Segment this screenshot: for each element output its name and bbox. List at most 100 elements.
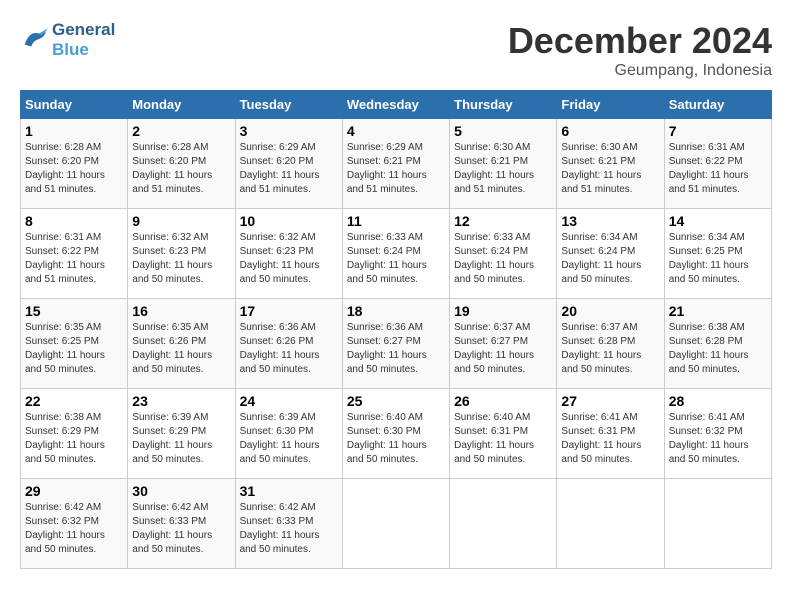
calendar-cell (342, 479, 449, 569)
day-info: Sunrise: 6:33 AM Sunset: 6:24 PM Dayligh… (347, 231, 445, 287)
day-number: 31 (240, 483, 338, 499)
calendar-cell: 12 Sunrise: 6:33 AM Sunset: 6:24 PM Dayl… (450, 209, 557, 299)
calendar-cell: 22 Sunrise: 6:38 AM Sunset: 6:29 PM Dayl… (21, 389, 128, 479)
day-info: Sunrise: 6:28 AM Sunset: 6:20 PM Dayligh… (25, 141, 123, 197)
day-info: Sunrise: 6:30 AM Sunset: 6:21 PM Dayligh… (561, 141, 659, 197)
day-info: Sunrise: 6:41 AM Sunset: 6:31 PM Dayligh… (561, 411, 659, 467)
day-info: Sunrise: 6:38 AM Sunset: 6:28 PM Dayligh… (669, 321, 767, 377)
day-number: 11 (347, 213, 445, 229)
day-info: Sunrise: 6:31 AM Sunset: 6:22 PM Dayligh… (669, 141, 767, 197)
day-number: 9 (132, 213, 230, 229)
day-number: 3 (240, 123, 338, 139)
calendar-cell: 26 Sunrise: 6:40 AM Sunset: 6:31 PM Dayl… (450, 389, 557, 479)
calendar-cell: 1 Sunrise: 6:28 AM Sunset: 6:20 PM Dayli… (21, 119, 128, 209)
day-info: Sunrise: 6:32 AM Sunset: 6:23 PM Dayligh… (240, 231, 338, 287)
day-info: Sunrise: 6:28 AM Sunset: 6:20 PM Dayligh… (132, 141, 230, 197)
calendar-cell: 24 Sunrise: 6:39 AM Sunset: 6:30 PM Dayl… (235, 389, 342, 479)
day-info: Sunrise: 6:36 AM Sunset: 6:27 PM Dayligh… (347, 321, 445, 377)
day-number: 7 (669, 123, 767, 139)
day-info: Sunrise: 6:40 AM Sunset: 6:31 PM Dayligh… (454, 411, 552, 467)
calendar-cell: 28 Sunrise: 6:41 AM Sunset: 6:32 PM Dayl… (664, 389, 771, 479)
header-saturday: Saturday (664, 91, 771, 119)
day-info: Sunrise: 6:29 AM Sunset: 6:21 PM Dayligh… (347, 141, 445, 197)
day-number: 12 (454, 213, 552, 229)
header-row: SundayMondayTuesdayWednesdayThursdayFrid… (21, 91, 772, 119)
day-info: Sunrise: 6:36 AM Sunset: 6:26 PM Dayligh… (240, 321, 338, 377)
day-info: Sunrise: 6:34 AM Sunset: 6:25 PM Dayligh… (669, 231, 767, 287)
calendar-cell: 9 Sunrise: 6:32 AM Sunset: 6:23 PM Dayli… (128, 209, 235, 299)
day-number: 1 (25, 123, 123, 139)
day-info: Sunrise: 6:35 AM Sunset: 6:26 PM Dayligh… (132, 321, 230, 377)
day-number: 30 (132, 483, 230, 499)
day-number: 23 (132, 393, 230, 409)
day-number: 28 (669, 393, 767, 409)
calendar-cell: 2 Sunrise: 6:28 AM Sunset: 6:20 PM Dayli… (128, 119, 235, 209)
day-info: Sunrise: 6:38 AM Sunset: 6:29 PM Dayligh… (25, 411, 123, 467)
header-monday: Monday (128, 91, 235, 119)
header-thursday: Thursday (450, 91, 557, 119)
week-row-5: 29 Sunrise: 6:42 AM Sunset: 6:32 PM Dayl… (21, 479, 772, 569)
logo-bird-icon (20, 26, 48, 54)
day-number: 13 (561, 213, 659, 229)
calendar-cell: 6 Sunrise: 6:30 AM Sunset: 6:21 PM Dayli… (557, 119, 664, 209)
day-number: 19 (454, 303, 552, 319)
calendar-cell (557, 479, 664, 569)
day-number: 20 (561, 303, 659, 319)
day-info: Sunrise: 6:37 AM Sunset: 6:28 PM Dayligh… (561, 321, 659, 377)
calendar-cell: 15 Sunrise: 6:35 AM Sunset: 6:25 PM Dayl… (21, 299, 128, 389)
calendar-cell: 23 Sunrise: 6:39 AM Sunset: 6:29 PM Dayl… (128, 389, 235, 479)
day-number: 26 (454, 393, 552, 409)
day-info: Sunrise: 6:35 AM Sunset: 6:25 PM Dayligh… (25, 321, 123, 377)
day-info: Sunrise: 6:37 AM Sunset: 6:27 PM Dayligh… (454, 321, 552, 377)
day-number: 10 (240, 213, 338, 229)
day-info: Sunrise: 6:42 AM Sunset: 6:33 PM Dayligh… (240, 501, 338, 557)
logo-text: General Blue (52, 20, 115, 61)
day-number: 6 (561, 123, 659, 139)
header-friday: Friday (557, 91, 664, 119)
calendar-cell (450, 479, 557, 569)
header-sunday: Sunday (21, 91, 128, 119)
day-info: Sunrise: 6:31 AM Sunset: 6:22 PM Dayligh… (25, 231, 123, 287)
calendar-cell: 18 Sunrise: 6:36 AM Sunset: 6:27 PM Dayl… (342, 299, 449, 389)
day-number: 21 (669, 303, 767, 319)
calendar-cell: 3 Sunrise: 6:29 AM Sunset: 6:20 PM Dayli… (235, 119, 342, 209)
calendar-cell: 11 Sunrise: 6:33 AM Sunset: 6:24 PM Dayl… (342, 209, 449, 299)
day-info: Sunrise: 6:30 AM Sunset: 6:21 PM Dayligh… (454, 141, 552, 197)
calendar-cell: 5 Sunrise: 6:30 AM Sunset: 6:21 PM Dayli… (450, 119, 557, 209)
calendar-cell: 27 Sunrise: 6:41 AM Sunset: 6:31 PM Dayl… (557, 389, 664, 479)
calendar-cell: 14 Sunrise: 6:34 AM Sunset: 6:25 PM Dayl… (664, 209, 771, 299)
day-info: Sunrise: 6:42 AM Sunset: 6:32 PM Dayligh… (25, 501, 123, 557)
calendar-cell: 25 Sunrise: 6:40 AM Sunset: 6:30 PM Dayl… (342, 389, 449, 479)
week-row-2: 8 Sunrise: 6:31 AM Sunset: 6:22 PM Dayli… (21, 209, 772, 299)
title-block: December 2024 Geumpang, Indonesia (508, 20, 772, 80)
location: Geumpang, Indonesia (508, 62, 772, 80)
calendar-cell (664, 479, 771, 569)
day-info: Sunrise: 6:41 AM Sunset: 6:32 PM Dayligh… (669, 411, 767, 467)
day-info: Sunrise: 6:39 AM Sunset: 6:29 PM Dayligh… (132, 411, 230, 467)
day-number: 5 (454, 123, 552, 139)
day-number: 17 (240, 303, 338, 319)
day-number: 22 (25, 393, 123, 409)
calendar-cell: 20 Sunrise: 6:37 AM Sunset: 6:28 PM Dayl… (557, 299, 664, 389)
day-info: Sunrise: 6:29 AM Sunset: 6:20 PM Dayligh… (240, 141, 338, 197)
day-info: Sunrise: 6:33 AM Sunset: 6:24 PM Dayligh… (454, 231, 552, 287)
calendar-cell: 29 Sunrise: 6:42 AM Sunset: 6:32 PM Dayl… (21, 479, 128, 569)
day-number: 14 (669, 213, 767, 229)
calendar-table: SundayMondayTuesdayWednesdayThursdayFrid… (20, 90, 772, 569)
day-info: Sunrise: 6:32 AM Sunset: 6:23 PM Dayligh… (132, 231, 230, 287)
day-info: Sunrise: 6:40 AM Sunset: 6:30 PM Dayligh… (347, 411, 445, 467)
day-number: 29 (25, 483, 123, 499)
header-tuesday: Tuesday (235, 91, 342, 119)
calendar-cell: 13 Sunrise: 6:34 AM Sunset: 6:24 PM Dayl… (557, 209, 664, 299)
calendar-cell: 10 Sunrise: 6:32 AM Sunset: 6:23 PM Dayl… (235, 209, 342, 299)
week-row-4: 22 Sunrise: 6:38 AM Sunset: 6:29 PM Dayl… (21, 389, 772, 479)
calendar-cell: 17 Sunrise: 6:36 AM Sunset: 6:26 PM Dayl… (235, 299, 342, 389)
week-row-3: 15 Sunrise: 6:35 AM Sunset: 6:25 PM Dayl… (21, 299, 772, 389)
calendar-cell: 19 Sunrise: 6:37 AM Sunset: 6:27 PM Dayl… (450, 299, 557, 389)
calendar-cell: 16 Sunrise: 6:35 AM Sunset: 6:26 PM Dayl… (128, 299, 235, 389)
day-number: 15 (25, 303, 123, 319)
day-number: 16 (132, 303, 230, 319)
calendar-cell: 30 Sunrise: 6:42 AM Sunset: 6:33 PM Dayl… (128, 479, 235, 569)
calendar-cell: 7 Sunrise: 6:31 AM Sunset: 6:22 PM Dayli… (664, 119, 771, 209)
day-number: 8 (25, 213, 123, 229)
